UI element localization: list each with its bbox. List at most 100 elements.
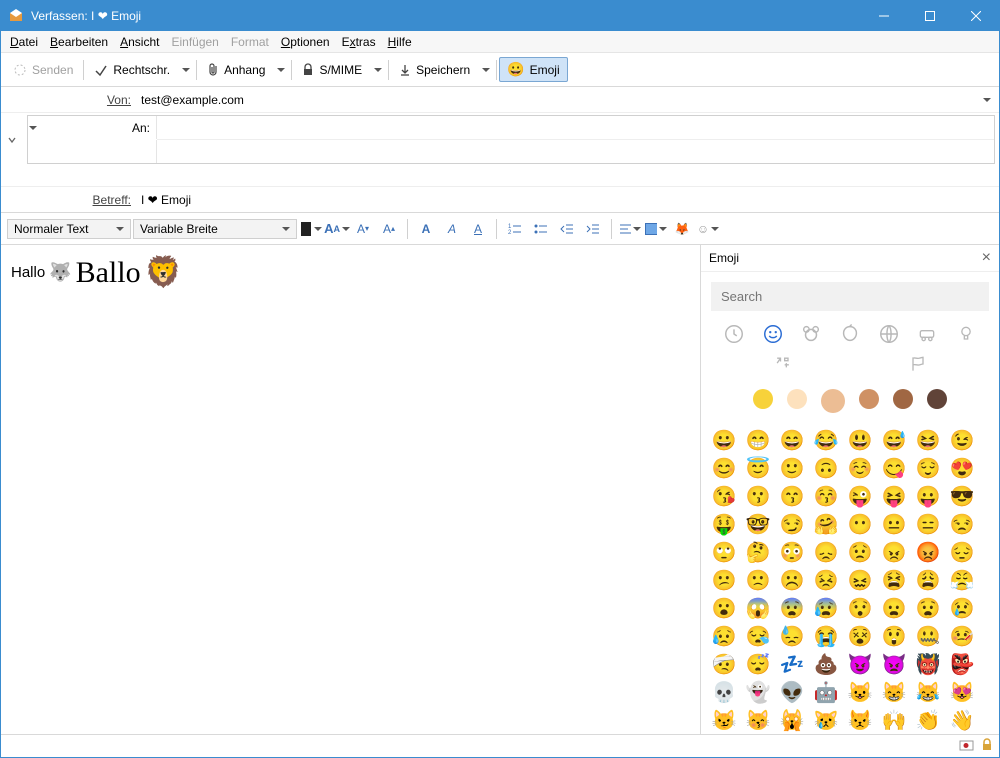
emoji-cell[interactable]: 😸 xyxy=(883,682,905,704)
emoji-cell[interactable]: 😡 xyxy=(917,542,939,564)
emoji-cell[interactable]: 👹 xyxy=(917,654,939,676)
menu-hilfe[interactable]: Hilfe xyxy=(382,33,418,51)
recipients-expand[interactable] xyxy=(1,113,23,166)
align-button[interactable] xyxy=(618,217,642,241)
skin-tone-4[interactable] xyxy=(893,389,913,409)
subject-input[interactable] xyxy=(137,189,999,211)
list-numbered-button[interactable]: 12 xyxy=(503,217,527,241)
emoji-cell[interactable]: 😽 xyxy=(747,710,769,732)
emoji-cell[interactable]: ☺️ xyxy=(849,458,871,480)
from-dropdown[interactable] xyxy=(983,98,991,102)
emoji-cell[interactable]: 😇 xyxy=(747,458,769,480)
emoji-cell[interactable]: 😋 xyxy=(883,458,905,480)
emoji-cell[interactable]: 😶 xyxy=(849,514,871,536)
underline-button[interactable]: A xyxy=(466,217,490,241)
emoji-cell[interactable]: 😹 xyxy=(917,682,939,704)
emoji-cell[interactable]: 😌 xyxy=(917,458,939,480)
smime-button[interactable]: S/MIME xyxy=(294,59,370,81)
menu-ansicht[interactable]: Ansicht xyxy=(114,33,165,51)
emoji-cell[interactable]: 😲 xyxy=(883,626,905,648)
font-size-button[interactable]: AA xyxy=(325,217,349,241)
skin-tone-3[interactable] xyxy=(859,389,879,409)
cat-activity-icon[interactable] xyxy=(872,319,906,349)
insert-smiley-button[interactable]: ☺ xyxy=(696,217,720,241)
emoji-cell[interactable]: 😅 xyxy=(883,430,905,452)
emoji-search-input[interactable] xyxy=(711,282,989,311)
emoji-cell[interactable]: 👺 xyxy=(951,654,973,676)
emoji-cell[interactable]: 😗 xyxy=(747,486,769,508)
text-color-button[interactable] xyxy=(299,217,323,241)
emoji-cell[interactable]: 😳 xyxy=(781,542,803,564)
emoji-cell[interactable]: 😭 xyxy=(815,626,837,648)
cat-symbols-icon[interactable] xyxy=(766,349,800,379)
insert-image-button[interactable] xyxy=(644,217,668,241)
emoji-cell[interactable]: 😮 xyxy=(713,598,735,620)
emoji-cell[interactable]: 😦 xyxy=(883,598,905,620)
maximize-button[interactable] xyxy=(907,1,953,31)
emoji-panel-close[interactable]: × xyxy=(982,249,991,267)
emoji-cell[interactable]: 😎 xyxy=(951,486,973,508)
emoji-cell[interactable]: 😵 xyxy=(849,626,871,648)
font-larger-button[interactable]: A▴ xyxy=(377,217,401,241)
to-field[interactable] xyxy=(157,116,994,140)
emoji-cell[interactable]: 👽 xyxy=(781,682,803,704)
from-value[interactable]: test@example.com xyxy=(137,91,983,109)
emoji-cell[interactable]: 💀 xyxy=(713,682,735,704)
cat-smileys-icon[interactable] xyxy=(756,319,790,349)
cat-objects-icon[interactable] xyxy=(949,319,983,349)
attach-button[interactable]: Anhang xyxy=(199,59,273,81)
cat-travel-icon[interactable] xyxy=(910,319,944,349)
save-button[interactable]: Speichern xyxy=(391,59,478,81)
emoji-cell[interactable]: 🤐 xyxy=(917,626,939,648)
emoji-cell[interactable]: 😫 xyxy=(883,570,905,592)
menu-extras[interactable]: Extras xyxy=(336,33,382,51)
emoji-cell[interactable]: 😰 xyxy=(815,598,837,620)
emoji-cell[interactable]: 😛 xyxy=(917,486,939,508)
emoji-cell[interactable]: 😀 xyxy=(713,430,735,452)
emoji-cell[interactable]: 💩 xyxy=(815,654,837,676)
emoji-cell[interactable]: 😄 xyxy=(781,430,803,452)
status-lock-icon[interactable] xyxy=(981,738,993,755)
emoji-cell[interactable]: 🤒 xyxy=(951,626,973,648)
emoji-cell[interactable]: 😍 xyxy=(951,458,973,480)
emoji-cell[interactable]: 😖 xyxy=(849,570,871,592)
emoji-cell[interactable]: 🤔 xyxy=(747,542,769,564)
cat-flags-icon[interactable] xyxy=(901,349,935,379)
status-flag-icon[interactable] xyxy=(959,738,975,755)
spellcheck-dropdown[interactable] xyxy=(178,65,194,75)
close-button[interactable] xyxy=(953,1,999,31)
emoji-cell[interactable]: 🙂 xyxy=(781,458,803,480)
cat-food-icon[interactable] xyxy=(833,319,867,349)
emoji-cell[interactable]: 😺 xyxy=(849,682,871,704)
emoji-cell[interactable]: 🤕 xyxy=(713,654,735,676)
indent-button[interactable] xyxy=(581,217,605,241)
emoji-cell[interactable]: 😟 xyxy=(849,542,871,564)
emoji-cell[interactable]: 🙄 xyxy=(713,542,735,564)
skin-tone-5[interactable] xyxy=(927,389,947,409)
emoji-cell[interactable]: 😼 xyxy=(713,710,735,732)
emoji-cell[interactable]: 😱 xyxy=(747,598,769,620)
bold-button[interactable]: A xyxy=(414,217,438,241)
emoji-cell[interactable]: 😓 xyxy=(781,626,803,648)
emoji-toolbar-button[interactable]: 😀 Emoji xyxy=(499,57,567,82)
font-combo[interactable]: Variable Breite xyxy=(133,219,297,239)
emoji-cell[interactable]: 😻 xyxy=(951,682,973,704)
emoji-cell[interactable]: 😾 xyxy=(849,710,871,732)
emoji-cell[interactable]: 😪 xyxy=(747,626,769,648)
message-body[interactable]: Hallo 🐺 Ballo 🦁 xyxy=(1,245,700,734)
cat-recent-icon[interactable] xyxy=(717,319,751,349)
emoji-cell[interactable]: 🙀 xyxy=(781,710,803,732)
emoji-cell[interactable]: 🙌 xyxy=(883,710,905,732)
emoji-cell[interactable]: 😃 xyxy=(849,430,871,452)
menu-datei[interactable]: Datei xyxy=(4,33,44,51)
emoji-cell[interactable]: 😕 xyxy=(713,570,735,592)
emoji-cell[interactable]: 😢 xyxy=(951,598,973,620)
emoji-cell[interactable]: 🤑 xyxy=(713,514,735,536)
from-label[interactable]: Von: xyxy=(1,93,137,107)
emoji-cell[interactable]: 😑 xyxy=(917,514,939,536)
emoji-cell[interactable]: 😏 xyxy=(781,514,803,536)
outdent-button[interactable] xyxy=(555,217,579,241)
skin-tone-1[interactable] xyxy=(787,389,807,409)
emoji-cell[interactable]: 😘 xyxy=(713,486,735,508)
subject-label[interactable]: Betreff: xyxy=(1,193,137,207)
